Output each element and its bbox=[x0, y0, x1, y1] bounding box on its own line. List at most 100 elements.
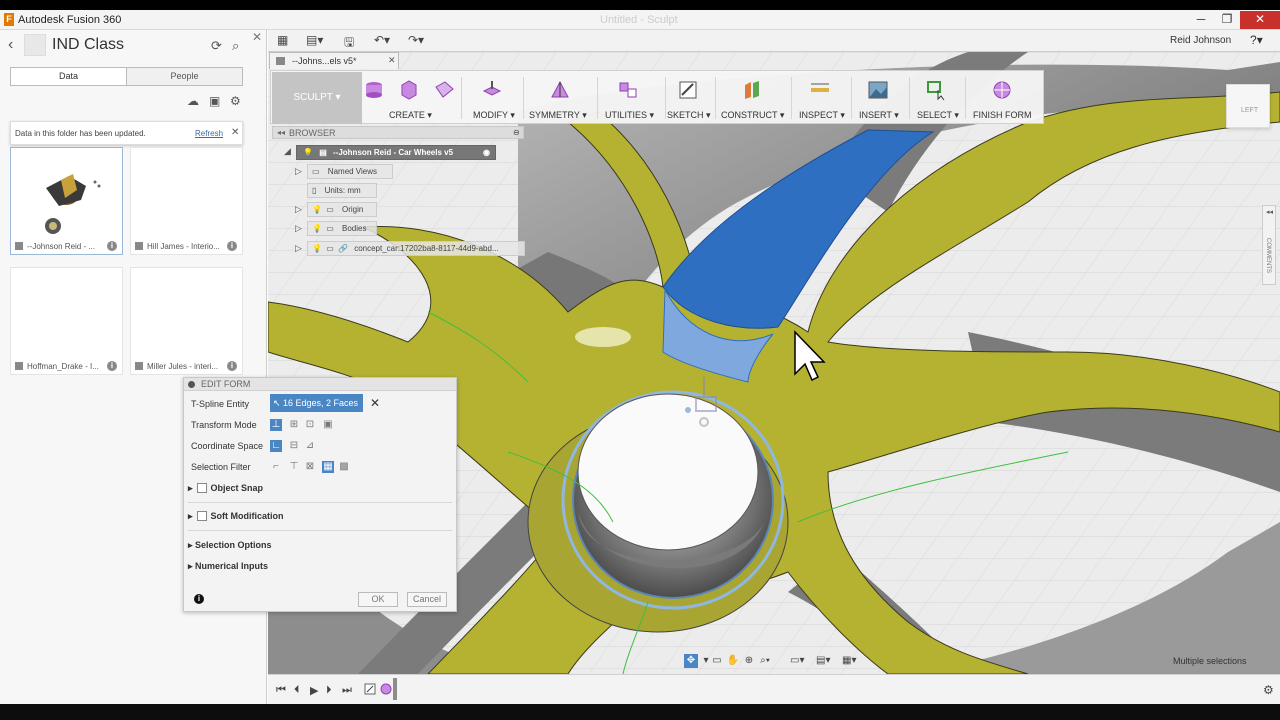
close-window-button[interactable]: ✕ bbox=[1240, 11, 1280, 29]
face-filter-icon[interactable]: ⊠ bbox=[304, 461, 316, 473]
browser-root-node[interactable]: 💡 ▤ --Johnson Reid - Car Wheels v5 ◉ bbox=[296, 145, 496, 160]
redo-icon[interactable]: ↷▾ bbox=[408, 33, 424, 47]
document-tab[interactable]: --Johns...els v5* ✕ bbox=[269, 52, 399, 69]
upload-icon[interactable]: ☁ bbox=[187, 94, 199, 108]
help-icon[interactable]: ?▾ bbox=[1250, 33, 1263, 47]
lightbulb-icon[interactable]: 💡 bbox=[303, 148, 313, 157]
minimize-button[interactable]: ─ bbox=[1188, 11, 1214, 29]
all-filter-icon[interactable]: ▩ bbox=[338, 461, 350, 473]
symmetry-icon[interactable] bbox=[549, 79, 571, 101]
look-at-icon[interactable]: ▭ bbox=[710, 654, 724, 668]
play-icon[interactable]: ▶ bbox=[310, 684, 318, 697]
utilities-group[interactable]: UTILITIES ▾ bbox=[603, 71, 659, 125]
tab-people[interactable]: People bbox=[127, 68, 242, 85]
timeline-settings-gear-icon[interactable]: ⚙ bbox=[1263, 683, 1274, 697]
close-panel-icon[interactable]: ✕ bbox=[252, 30, 262, 44]
body-filter-icon[interactable]: ▦ bbox=[322, 461, 334, 473]
timeline-feature-icon[interactable] bbox=[364, 683, 376, 695]
inspect-group[interactable]: INSPECT ▾ bbox=[797, 71, 847, 125]
display-settings-icon[interactable]: ▭▾ bbox=[790, 654, 804, 668]
comments-panel[interactable]: ◂◂ COMMENTS bbox=[1262, 205, 1276, 285]
expand-arrow-icon[interactable]: ▷ bbox=[295, 204, 302, 215]
expand-arrow-icon[interactable]: ▷ bbox=[295, 243, 302, 254]
undo-icon[interactable]: ↶▾ bbox=[374, 33, 390, 47]
step-forward-icon[interactable]: ⏵ bbox=[326, 684, 332, 697]
new-folder-icon[interactable]: ▣ bbox=[209, 94, 220, 108]
construct-icon[interactable] bbox=[741, 79, 763, 101]
expand-arrow-icon[interactable]: ▷ bbox=[295, 223, 302, 234]
browser-item-named-views[interactable]: ▭ Named Views bbox=[307, 164, 393, 179]
info-icon[interactable]: i bbox=[194, 594, 204, 604]
finish-form-icon[interactable] bbox=[991, 79, 1013, 101]
numerical-inputs-section[interactable]: ▸ Numerical Inputs bbox=[188, 561, 268, 572]
step-back-icon[interactable]: ⏴ bbox=[294, 684, 300, 697]
measure-icon[interactable] bbox=[809, 79, 831, 101]
file-thumbnail[interactable]: Hill James - Interio... i bbox=[130, 147, 243, 255]
cancel-button[interactable]: Cancel bbox=[407, 592, 447, 607]
sketch-group[interactable]: SKETCH ▾ bbox=[667, 71, 717, 125]
info-icon[interactable]: i bbox=[227, 241, 237, 251]
zoom-window-icon[interactable]: ⌕▾ bbox=[758, 654, 772, 668]
clear-selection-icon[interactable]: ✕ bbox=[370, 396, 380, 410]
save-icon[interactable]: 🖫 bbox=[344, 33, 354, 54]
user-menu[interactable]: Reid Johnson bbox=[1170, 35, 1231, 46]
go-to-end-icon[interactable]: ⏭ bbox=[342, 684, 352, 697]
lightbulb-icon[interactable]: 💡 bbox=[312, 224, 322, 233]
selection-options-section[interactable]: ▸ Selection Options bbox=[188, 540, 272, 551]
file-thumbnail[interactable]: --Johnson Reid - ... i bbox=[10, 147, 123, 255]
info-icon[interactable]: i bbox=[107, 241, 117, 251]
browser-header[interactable]: ◂◂ BROWSER ⊖ bbox=[272, 126, 524, 139]
tspline-entity-selection[interactable]: ↖ 16 Edges, 2 Faces bbox=[270, 394, 363, 412]
vertex-filter-icon[interactable]: ⌐ bbox=[270, 461, 282, 473]
ok-button[interactable]: OK bbox=[358, 592, 398, 607]
cylinder-icon[interactable] bbox=[398, 79, 420, 101]
insert-image-icon[interactable] bbox=[867, 79, 889, 101]
go-to-start-icon[interactable]: ⏮ bbox=[276, 684, 286, 697]
orbit-icon[interactable]: ✥ bbox=[684, 654, 698, 668]
workspace-switcher[interactable]: SCULPT ▾ bbox=[272, 72, 362, 124]
construct-group[interactable]: CONSTRUCT ▾ bbox=[721, 71, 789, 125]
expand-arrow-icon[interactable]: ◢ bbox=[284, 146, 291, 157]
activate-radio-icon[interactable]: ◉ bbox=[483, 146, 490, 159]
edge-filter-icon[interactable]: ⊤ bbox=[288, 461, 300, 473]
create-group[interactable]: CREATE ▾ bbox=[363, 71, 454, 125]
object-snap-section[interactable]: ▸ Object Snap bbox=[188, 483, 263, 494]
browser-item-units[interactable]: ▯ Units: mm bbox=[307, 183, 377, 198]
refresh-link[interactable]: Refresh bbox=[195, 129, 223, 138]
dismiss-notice-icon[interactable]: ✕ bbox=[231, 127, 239, 138]
translate-icon[interactable]: ⊞ bbox=[288, 419, 300, 431]
viewports-icon[interactable]: ▦▾ bbox=[842, 654, 856, 668]
modify-icon[interactable] bbox=[481, 79, 503, 101]
timeline-marker[interactable] bbox=[393, 678, 397, 700]
file-menu-icon[interactable]: ▤▾ bbox=[306, 33, 323, 47]
info-icon[interactable]: i bbox=[107, 361, 117, 371]
pin-icon[interactable]: ⊖ bbox=[513, 128, 520, 137]
close-tab-icon[interactable]: ✕ bbox=[388, 55, 396, 66]
finish-form-group[interactable]: FINISH FORM bbox=[971, 71, 1041, 125]
info-icon[interactable]: i bbox=[227, 361, 237, 371]
edit-form-header[interactable]: EDIT FORM bbox=[184, 378, 456, 391]
pan-hand-icon[interactable]: ✋ bbox=[726, 654, 740, 668]
box-icon[interactable] bbox=[363, 79, 385, 101]
scale-icon[interactable]: ▣ bbox=[322, 419, 334, 431]
sync-icon[interactable]: ⟳ bbox=[211, 38, 222, 54]
expand-arrow-icon[interactable]: ▷ bbox=[295, 166, 302, 177]
select-group[interactable]: SELECT ▾ bbox=[915, 71, 961, 125]
collapse-arrow-icon[interactable]: ◂◂ bbox=[277, 128, 285, 137]
tab-data[interactable]: Data bbox=[11, 68, 127, 85]
settings-gear-icon[interactable]: ⚙ bbox=[230, 94, 241, 108]
view-cube[interactable]: LEFT bbox=[1226, 84, 1270, 128]
modify-group[interactable]: MODIFY ▾ bbox=[467, 71, 517, 125]
file-thumbnail[interactable]: Hoffman_Drake - I... i bbox=[10, 267, 123, 375]
soft-modification-checkbox[interactable] bbox=[196, 511, 207, 521]
lightbulb-icon[interactable]: 💡 bbox=[312, 244, 322, 253]
world-space-icon[interactable]: ∟ bbox=[270, 440, 282, 452]
zoom-icon[interactable]: ⊕ bbox=[742, 654, 756, 668]
face-icon[interactable] bbox=[433, 79, 455, 101]
multi-transform-icon[interactable]: ⊥ bbox=[270, 419, 282, 431]
grid-menu-icon[interactable]: ▦ bbox=[277, 33, 288, 47]
browser-item-bodies[interactable]: 💡 ▭ Bodies bbox=[307, 221, 377, 236]
file-thumbnail[interactable]: Miller Jules - interi... i bbox=[130, 267, 243, 375]
soft-modification-section[interactable]: ▸ Soft Modification bbox=[188, 511, 284, 522]
grid-settings-icon[interactable]: ▤▾ bbox=[816, 654, 830, 668]
